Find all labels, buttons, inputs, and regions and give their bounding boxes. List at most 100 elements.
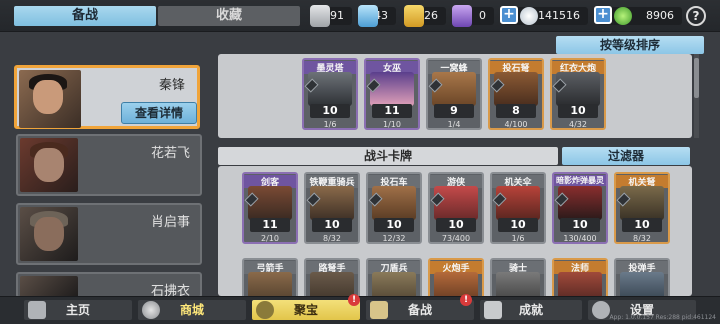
card-art <box>494 72 538 106</box>
home-icon <box>28 301 46 319</box>
equipped-card[interactable]: 一窝蜂 9 1/4 <box>426 58 482 130</box>
card-art <box>308 72 352 106</box>
add-gems-button[interactable]: + <box>594 6 612 24</box>
sort-by-level-button[interactable]: 按等级排序 <box>556 36 704 54</box>
card-progress: 1/10 <box>383 120 401 129</box>
nav-treasure[interactable]: 聚宝 ! <box>252 294 360 320</box>
card-art <box>496 186 540 220</box>
battle-card[interactable]: 火炮手 <box>428 258 484 296</box>
battle-card[interactable]: 铁鞭重骑兵 10 8/32 <box>304 172 360 244</box>
equipped-card[interactable]: 女巫 11 1/10 <box>364 58 420 130</box>
battle-card[interactable]: 弓箭手 <box>242 258 298 296</box>
filter-button[interactable]: 过滤器 <box>562 147 690 165</box>
nav-treasure-label: 聚宝 <box>293 303 318 317</box>
jade-icon <box>614 7 632 25</box>
gold-count: 26 <box>424 9 438 22</box>
card-level: 10 <box>560 218 600 232</box>
battle-card[interactable]: 游侠 10 73/400 <box>428 172 484 244</box>
equipped-card[interactable]: 红衣大炮 10 4/32 <box>550 58 606 130</box>
hero-name: 花若飞 <box>150 146 190 161</box>
battle-card[interactable]: 暗影炸弹暴灵 10 130/400 <box>552 172 608 244</box>
hero-name: 秦锋 <box>158 78 185 93</box>
battle-card[interactable]: 机关伞 10 1/6 <box>490 172 546 244</box>
help-button[interactable]: ? <box>686 6 706 26</box>
card-progress: 12/32 <box>382 234 406 243</box>
equipped-card[interactable]: 墨灵塔 10 1/6 <box>302 58 358 130</box>
card-level: 8 <box>496 104 536 118</box>
equip-scroll-thumb[interactable] <box>694 58 699 98</box>
card-art <box>556 72 600 106</box>
cards-icon <box>370 301 388 319</box>
card-art <box>434 272 478 296</box>
card-level: 10 <box>310 104 350 118</box>
nav-prepare[interactable]: 备战 ! <box>366 294 474 320</box>
nav-home-label: 主页 <box>65 303 90 317</box>
card-art <box>620 186 664 220</box>
battle-card[interactable]: 剑客 11 2/10 <box>242 172 298 244</box>
equipped-card[interactable]: 投石弩 8 4/100 <box>488 58 544 130</box>
tab-prepare[interactable]: 备战 <box>14 6 156 26</box>
battle-card[interactable]: 法师 <box>552 258 608 296</box>
card-level: 10 <box>312 218 352 232</box>
battle-cards-title: 战斗卡牌 <box>218 147 558 165</box>
battle-card[interactable]: 投弹手 <box>614 258 670 296</box>
battle-card[interactable]: 机关弩 10 8/32 <box>614 172 670 244</box>
card-art <box>248 186 292 220</box>
hero-portrait <box>20 138 78 192</box>
gem-currency: + 8906 <box>594 6 682 25</box>
view-details-button[interactable]: 查看详情 <box>121 102 197 124</box>
battle-card[interactable]: 投石车 10 12/32 <box>366 172 422 244</box>
nav-shop[interactable]: 商城 <box>138 300 246 320</box>
card-progress: 130/400 <box>563 234 597 243</box>
card-art <box>370 72 414 106</box>
card-progress: 73/400 <box>441 234 471 243</box>
nav-shop-label: 商城 <box>179 303 204 317</box>
hero-face <box>34 217 64 251</box>
prepare-alert-badge: ! <box>460 294 472 306</box>
card-level: 10 <box>558 104 598 118</box>
top-bar: 备战 收藏 391 43 26 0 + 141516 + 8906 ? <box>0 0 720 32</box>
card-art <box>248 272 292 296</box>
card-progress: 1/6 <box>323 120 337 129</box>
silver-shield-icon <box>310 5 330 27</box>
silver-currency: 391 <box>310 5 352 27</box>
equipped-cards-panel: 墨灵塔 10 1/6 女巫 11 1/10 一窝蜂 9 1/4 投石弩 8 4/… <box>218 54 692 138</box>
nav-achievement[interactable]: 成就 <box>480 300 582 320</box>
hero-card-huaruofei[interactable]: 花若飞 <box>16 134 202 196</box>
card-progress: 8/32 <box>633 234 651 243</box>
card-progress: 1/6 <box>511 234 525 243</box>
battle-card[interactable]: 刀盾兵 <box>366 258 422 296</box>
nav-prepare-label: 备战 <box>407 303 432 317</box>
gem-count: 8906 <box>646 9 674 22</box>
card-level: 9 <box>434 104 474 118</box>
coin-currency: + 141516 <box>500 6 588 25</box>
card-art <box>372 186 416 220</box>
gold-shield-icon <box>404 5 424 27</box>
tab-collection[interactable]: 收藏 <box>158 6 300 26</box>
battle-card[interactable]: 骑士 <box>490 258 546 296</box>
battle-card[interactable]: 路弩手 <box>304 258 360 296</box>
hero-face <box>34 148 64 182</box>
card-art <box>434 186 478 220</box>
purple-count: 0 <box>479 9 486 22</box>
add-coins-button[interactable]: + <box>500 6 518 24</box>
card-level: 11 <box>372 104 412 118</box>
card-art <box>558 186 602 220</box>
card-progress: 8/32 <box>323 234 341 243</box>
hero-card-xiaoqishi[interactable]: 肖启事 <box>16 203 202 265</box>
card-level: 10 <box>374 218 414 232</box>
card-progress: 4/100 <box>504 120 528 129</box>
card-art <box>496 272 540 296</box>
card-art <box>310 186 354 220</box>
card-progress: 2/10 <box>261 234 279 243</box>
purple-shield-icon <box>452 5 472 27</box>
nav-home[interactable]: 主页 <box>24 300 132 320</box>
hero-card-shifuyi[interactable]: 石拂衣 <box>16 272 202 299</box>
card-progress: 1/4 <box>447 120 461 129</box>
hero-card-qinfeng[interactable]: 秦锋 查看详情 <box>14 65 200 129</box>
achievement-grid-icon <box>484 301 502 319</box>
purple-currency: 0 <box>452 5 494 27</box>
coin-count: 141516 <box>538 9 580 22</box>
nav-achievement-label: 成就 <box>518 303 543 317</box>
hero-portrait <box>19 70 81 128</box>
